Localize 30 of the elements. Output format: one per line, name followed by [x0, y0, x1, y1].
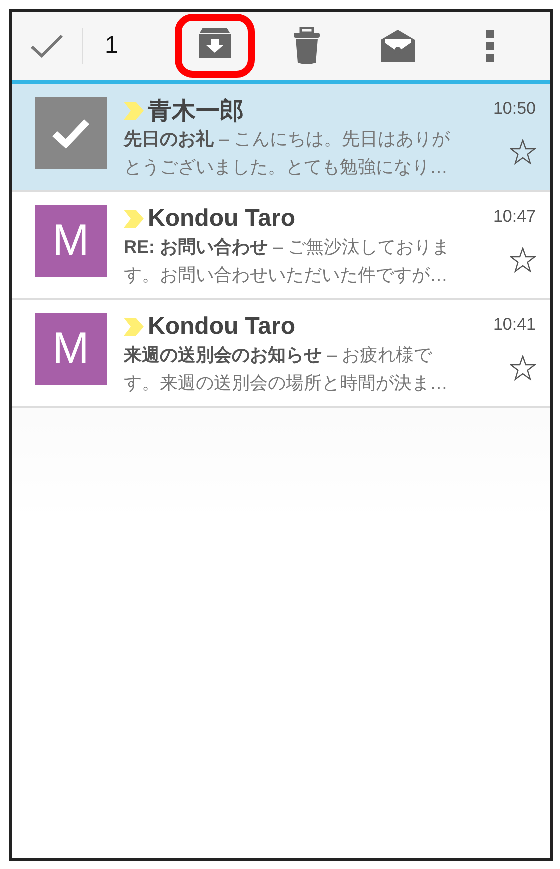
letter-avatar[interactable]: M	[35, 313, 107, 385]
message-time: 10:41	[493, 315, 536, 335]
sender-name: Kondou Taro	[148, 205, 296, 233]
selected-check-avatar[interactable]	[35, 97, 107, 169]
message-preview: 先日のお礼 – こんにちは。先日はありが	[124, 128, 452, 151]
archive-button[interactable]	[175, 14, 255, 78]
message-preview: RE: お問い合わせ – ご無沙汰しておりま	[124, 236, 452, 259]
sender-name: 青木一郎	[148, 97, 244, 127]
important-marker-icon[interactable]	[124, 318, 144, 336]
sender-name: Kondou Taro	[148, 313, 296, 341]
star-icon[interactable]	[510, 355, 536, 381]
selection-count: 1	[105, 32, 120, 60]
star-icon[interactable]	[510, 247, 536, 273]
letter-avatar[interactable]: M	[35, 205, 107, 277]
message-preview: す。お問い合わせいただいた件ですが…	[124, 264, 449, 287]
message-preview: とうございました。とても勉強になり…	[124, 156, 449, 179]
message-row[interactable]: 青木一郎 先日のお礼 – こんにちは。先日はありが とうございました。とても勉強になり… 10:50	[12, 84, 550, 192]
checkmark-icon	[51, 117, 91, 149]
important-marker-icon[interactable]	[124, 102, 144, 120]
message-preview: す。来週の送別会の場所と時間が決ま…	[124, 372, 449, 395]
open-envelope-icon	[379, 27, 418, 65]
message-time: 10:50	[493, 99, 536, 119]
star-icon[interactable]	[510, 139, 536, 165]
checkmark-icon	[30, 33, 64, 59]
message-row[interactable]: M Kondou Taro RE: お問い合わせ – ご無沙汰しておりま す。お問い合わせいただいた件ですが… 10:47	[12, 192, 550, 300]
important-marker-icon[interactable]	[124, 210, 144, 228]
message-row[interactable]: M Kondou Taro 来週の送別会のお知らせ – お疲れ様で す。来週の送別会の場所と時間が決ま… 10:41	[12, 300, 550, 408]
more-icon	[486, 30, 494, 62]
message-preview: 来週の送別会のお知らせ – お疲れ様で	[124, 344, 434, 367]
message-time: 10:47	[493, 207, 536, 227]
